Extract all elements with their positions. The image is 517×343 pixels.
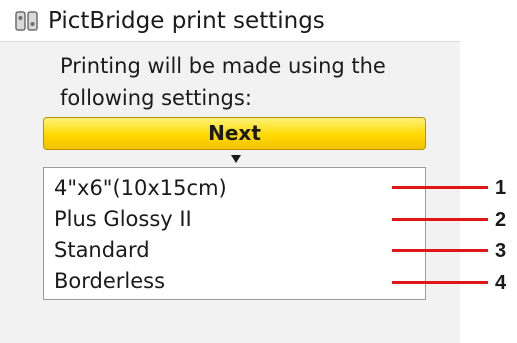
callout-number-3: 3	[495, 240, 507, 262]
next-button[interactable]: Next	[43, 117, 426, 150]
setting-page-size: 4"x6"(10x15cm)	[54, 176, 227, 200]
callout-line-4	[392, 281, 488, 284]
callout-number-4: 4	[495, 272, 507, 294]
settings-list: 4"x6"(10x15cm) Plus Glossy II Standard B…	[43, 167, 426, 300]
lcd-screen: PictBridge print settings Printing will …	[0, 0, 460, 343]
callout-number-1: 1	[495, 177, 507, 199]
printer-settings-icon	[14, 10, 40, 32]
info-message: Printing will be made using the followin…	[60, 54, 386, 110]
setting-print-quality: Standard	[54, 238, 150, 262]
callout-line-3	[392, 249, 488, 252]
scroll-down-arrow-icon	[231, 155, 241, 163]
callout-number-2: 2	[495, 209, 507, 231]
callout-line-2	[392, 218, 488, 221]
setting-media-type: Plus Glossy II	[54, 207, 192, 231]
page-title: PictBridge print settings	[48, 8, 325, 34]
callout-line-1	[392, 186, 488, 189]
title-bar: PictBridge print settings	[0, 0, 460, 42]
setting-layout: Borderless	[54, 269, 166, 293]
